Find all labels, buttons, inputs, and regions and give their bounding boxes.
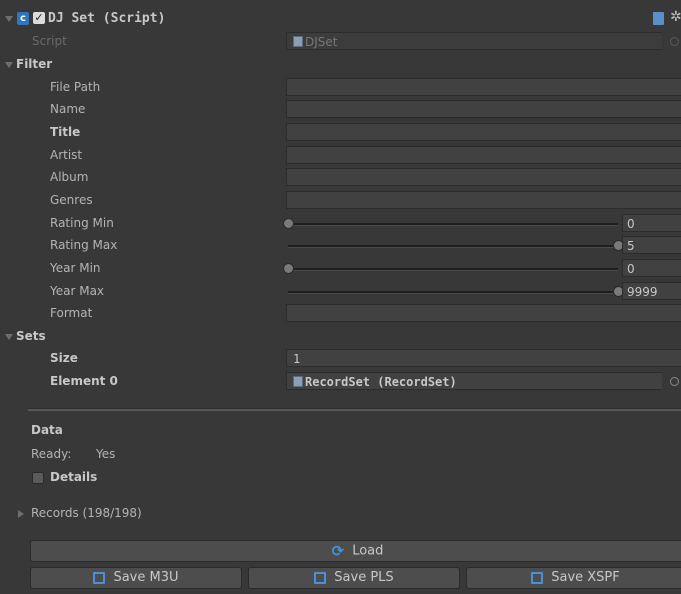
size-input[interactable]: 1 (286, 349, 681, 367)
script-value: DJSet (305, 35, 338, 49)
rating-min-label: Rating Min (50, 216, 114, 230)
sets-foldout[interactable]: Sets (0, 326, 681, 348)
year-min-label: Year Min (50, 261, 101, 275)
section-divider (28, 408, 681, 411)
component-header: c ✓ DJ Set (Script) ✲ (0, 9, 681, 31)
data-header: Data (31, 423, 63, 437)
title-label: Title (50, 125, 81, 139)
records-foldout[interactable]: Records (198/198) (0, 503, 681, 525)
script-label: Script (32, 34, 67, 48)
object-picker-icon[interactable] (670, 37, 679, 46)
save-pls-label: Save PLS (334, 570, 394, 585)
file-path-row: File Path (0, 77, 681, 99)
save-m3u-button[interactable]: Save M3U (30, 567, 242, 589)
save-m3u-label: Save M3U (113, 570, 179, 585)
script-field[interactable]: DJSet (286, 32, 662, 50)
name-row: Name (0, 99, 681, 121)
data-section-header: Data (0, 420, 681, 442)
script-row: Script DJSet (0, 31, 681, 53)
genres-label: Genres (50, 193, 93, 207)
genres-input[interactable] (286, 191, 681, 209)
details-checkbox[interactable] (32, 472, 44, 484)
rating-max-value[interactable]: 5 (622, 236, 681, 254)
rating-min-value[interactable]: 0 (622, 214, 681, 232)
floppy-disk-icon (314, 571, 327, 584)
year-max-row: Year Max 9999 (0, 281, 681, 303)
load-label: Load (352, 543, 384, 559)
element-0-label: Element 0 (50, 374, 118, 388)
rating-max-row: Rating Max 5 (0, 235, 681, 257)
ready-value: Yes (96, 447, 116, 461)
floppy-disk-icon (531, 571, 544, 584)
artist-row: Artist (0, 145, 681, 167)
rating-min-slider[interactable] (288, 223, 618, 226)
name-label: Name (50, 102, 86, 116)
size-label: Size (50, 351, 78, 365)
album-row: Album (0, 167, 681, 189)
records-label: Records (198/198) (31, 506, 142, 520)
rating-max-label: Rating Max (50, 238, 118, 252)
recordset-asset-icon (293, 376, 303, 387)
details-toggle[interactable]: Details (0, 467, 681, 489)
element-0-value: RecordSet (RecordSet) (305, 375, 457, 389)
object-picker-icon[interactable] (670, 377, 679, 386)
enabled-checkbox[interactable]: ✓ (33, 12, 45, 24)
rating-max-slider[interactable] (288, 245, 618, 248)
year-max-value[interactable]: 9999 (622, 282, 681, 300)
rating-min-slider-knob[interactable] (283, 218, 294, 229)
gear-icon[interactable]: ✲ (670, 9, 681, 25)
file-path-input[interactable] (286, 78, 681, 96)
collapse-arrow-icon[interactable] (5, 16, 13, 22)
ready-label: Ready: (31, 447, 72, 461)
records-arrow-icon (18, 510, 24, 518)
help-book-icon[interactable] (653, 12, 664, 25)
filter-foldout[interactable]: Filter (0, 54, 681, 76)
title-input[interactable] (286, 123, 681, 141)
format-input[interactable] (286, 304, 681, 322)
year-max-label: Year Max (50, 284, 105, 298)
artist-input[interactable] (286, 146, 681, 164)
element-0-field[interactable]: RecordSet (RecordSet) (286, 372, 662, 390)
save-xspf-button[interactable]: Save XSPF (466, 567, 681, 589)
refresh-icon: ⟳ (331, 542, 345, 560)
ready-row: Ready: Yes (0, 444, 681, 466)
save-xspf-label: Save XSPF (551, 570, 620, 585)
element-0-row: Element 0 RecordSet (RecordSet) (0, 371, 681, 393)
name-input[interactable] (286, 100, 681, 118)
format-label: Format (50, 306, 93, 320)
year-max-slider[interactable] (288, 291, 618, 294)
year-min-slider[interactable] (288, 268, 618, 271)
save-pls-button[interactable]: Save PLS (248, 567, 460, 589)
file-path-label: File Path (50, 80, 101, 94)
genres-row: Genres (0, 190, 681, 212)
album-label: Album (50, 170, 89, 184)
filter-arrow-icon (5, 62, 13, 68)
size-row: Size 1 (0, 348, 681, 370)
script-asset-icon (293, 36, 303, 47)
album-input[interactable] (286, 168, 681, 186)
floppy-disk-icon (93, 571, 106, 584)
year-min-row: Year Min 0 (0, 258, 681, 280)
year-min-slider-knob[interactable] (283, 263, 294, 274)
artist-label: Artist (50, 148, 83, 162)
component-title: DJ Set (Script) (48, 11, 166, 26)
sets-arrow-icon (5, 334, 13, 340)
details-label: Details (50, 470, 98, 484)
script-component-icon: c (17, 12, 29, 25)
format-row: Format (0, 303, 681, 325)
rating-min-row: Rating Min 0 (0, 213, 681, 235)
year-min-value[interactable]: 0 (622, 259, 681, 277)
title-row: Title (0, 122, 681, 144)
load-button[interactable]: ⟳ Load (30, 540, 681, 562)
sets-header: Sets (16, 329, 46, 343)
filter-header: Filter (16, 57, 53, 71)
